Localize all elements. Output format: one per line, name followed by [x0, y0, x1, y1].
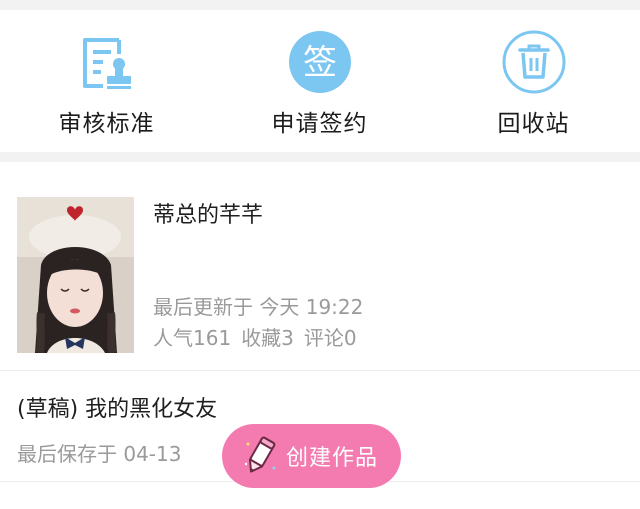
sign-badge-text: 签	[303, 43, 337, 83]
recycle-bin-label: 回收站	[497, 111, 570, 137]
apply-contract-label: 申请签约	[271, 111, 368, 137]
create-work-label: 创建作品	[286, 446, 379, 471]
recycle-bin-button[interactable]: 回收站	[427, 10, 640, 152]
review-standards-label: 审核标准	[58, 111, 155, 137]
apply-contract-button[interactable]: 签 申请签约	[213, 10, 426, 152]
trash-icon	[502, 30, 565, 94]
document-stamp-icon	[82, 38, 131, 89]
quick-actions: 审核标准 签 申请签约 回收站	[0, 10, 640, 152]
review-standards-button[interactable]: 审核标准	[0, 10, 213, 152]
pencil-icon	[244, 436, 276, 473]
create-work-button[interactable]: 创建作品	[222, 424, 401, 488]
sign-badge-icon: 签	[288, 31, 351, 93]
work-title: 蒂总的芊芊	[153, 203, 264, 228]
section-spacer	[0, 152, 640, 162]
popularity-count: 人气161	[153, 326, 232, 350]
work-cover-image	[17, 197, 134, 353]
work-stats: 人气161 收藏3 评论0	[153, 322, 367, 351]
draft-title: (草稿) 我的黑化女友	[17, 397, 218, 422]
top-spacer	[0, 0, 640, 10]
work-updated: 最后更新于 今天 19:22	[153, 295, 364, 319]
work-item[interactable]: 蒂总的芊芊 最后更新于 今天 19:22 人气161 收藏3 评论0	[0, 162, 640, 370]
comments-count: 评论0	[303, 326, 357, 350]
favorites-count: 收藏3	[241, 326, 294, 350]
draft-saved-time: 最后保存于 04-13	[17, 442, 182, 466]
